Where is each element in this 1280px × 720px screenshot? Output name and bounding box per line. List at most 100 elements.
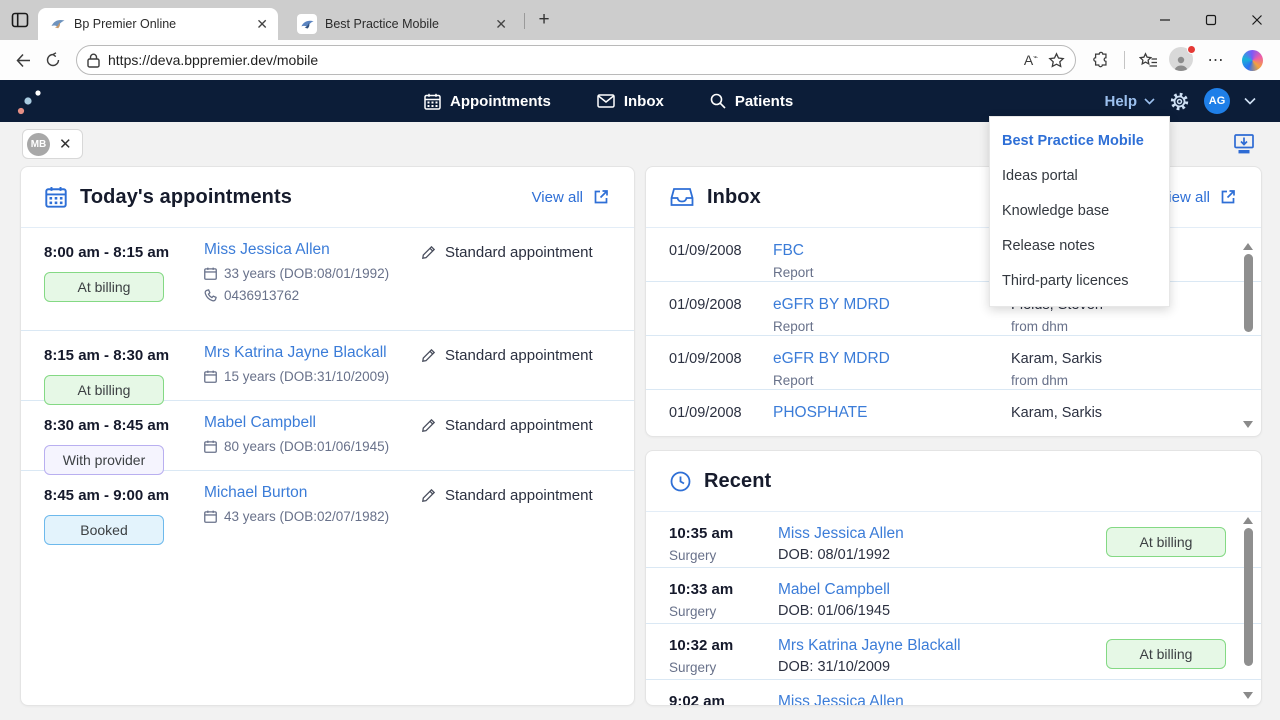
- inbox-row[interactable]: 01/09/2008 PHOSPHATE Karam, Sarkis: [646, 390, 1261, 437]
- patient-name-link[interactable]: Michael Burton: [204, 484, 307, 502]
- clock-icon: [670, 471, 691, 492]
- patient-age-dob: 80 years (DOB:01/06/1945): [204, 439, 421, 454]
- scroll-thumb[interactable]: [1244, 528, 1253, 666]
- back-icon[interactable]: [8, 45, 38, 75]
- patient-name-link[interactable]: Miss Jessica Allen: [778, 693, 904, 706]
- scroll-down-icon[interactable]: [1243, 692, 1253, 699]
- toolbar-divider: [1124, 51, 1125, 69]
- inbox-subject-link[interactable]: FBC: [773, 242, 804, 260]
- recent-row[interactable]: 9:02 am Miss Jessica Allen: [646, 680, 1261, 706]
- inbox-kind: Report: [773, 265, 1011, 280]
- favorite-star-icon[interactable]: [1048, 52, 1065, 69]
- recent-row[interactable]: 10:35 am Surgery Miss Jessica Allen DOB:…: [646, 512, 1261, 568]
- nav-item-patients[interactable]: Patients: [710, 93, 793, 110]
- scroll-up-icon[interactable]: [1243, 243, 1253, 250]
- recent-time: 9:02 am: [669, 693, 725, 706]
- notification-dot: [1187, 45, 1196, 54]
- menu-item-release-notes[interactable]: Release notes: [990, 229, 1169, 264]
- install-app-icon[interactable]: [1233, 133, 1255, 155]
- appointment-type-label: Standard appointment: [445, 244, 593, 261]
- status-badge: With provider: [44, 445, 164, 475]
- patient-name-link[interactable]: Miss Jessica Allen: [204, 241, 330, 259]
- lock-icon[interactable]: [87, 53, 100, 68]
- help-dropdown-menu: Best Practice Mobile Ideas portal Knowle…: [989, 116, 1170, 307]
- user-avatar[interactable]: AG: [1204, 88, 1230, 114]
- view-all-link[interactable]: View all: [532, 188, 610, 206]
- browser-profile-avatar[interactable]: [1169, 47, 1195, 73]
- close-window-button[interactable]: [1234, 0, 1280, 40]
- nav-item-inbox[interactable]: Inbox: [597, 93, 664, 110]
- appointment-row[interactable]: 8:30 am - 8:45 am With provider Mabel Ca…: [21, 401, 634, 471]
- appointment-time: 8:00 am - 8:15 am: [44, 241, 204, 261]
- status-badge: At billing: [1106, 639, 1226, 669]
- inbox-sender-sub: from dhm: [1011, 373, 1215, 388]
- patient-name-link[interactable]: Mrs Katrina Jayne Blackall: [204, 344, 387, 362]
- todays-appointments-panel: Today's appointments View all 8:00 am - …: [20, 166, 635, 706]
- view-all-link[interactable]: View all: [1159, 188, 1237, 206]
- appointment-row[interactable]: 8:00 am - 8:15 am At billing Miss Jessic…: [21, 228, 634, 331]
- calendar-icon: [204, 440, 217, 453]
- pencil-icon: [421, 418, 436, 433]
- extensions-icon[interactable]: [1086, 45, 1116, 75]
- tab-title: Bp Premier Online: [74, 17, 248, 31]
- url-text[interactable]: https://deva.bppremier.dev/mobile: [108, 52, 1024, 68]
- inbox-row[interactable]: 01/09/2008 eGFR BY MDRD Report Karam, Sa…: [646, 336, 1261, 390]
- inbox-subject-link[interactable]: PHOSPHATE: [773, 404, 867, 422]
- patient-name-link[interactable]: Mrs Katrina Jayne Blackall: [778, 637, 961, 655]
- nav-item-appointments[interactable]: Appointments: [424, 93, 551, 110]
- recent-row[interactable]: 10:33 am Surgery Mabel Campbell DOB: 01/…: [646, 568, 1261, 624]
- refresh-icon[interactable]: [38, 45, 68, 75]
- appointment-time: 8:45 am - 9:00 am: [44, 484, 204, 504]
- appointment-row[interactable]: 8:45 am - 9:00 am Booked Michael Burton …: [21, 471, 634, 541]
- tab-title: Best Practice Mobile: [325, 17, 487, 31]
- nav-label: Inbox: [624, 93, 664, 110]
- close-icon[interactable]: ✕: [59, 137, 72, 152]
- phone-icon: [204, 289, 217, 302]
- copilot-icon[interactable]: [1237, 45, 1267, 75]
- help-menu-button[interactable]: Help: [1104, 93, 1155, 110]
- scroll-down-icon[interactable]: [1243, 421, 1253, 428]
- chevron-down-icon[interactable]: [1244, 97, 1256, 105]
- browser-tab-bp-premier[interactable]: Bp Premier Online ✕: [38, 8, 278, 40]
- phone-text: 0436913762: [224, 288, 299, 303]
- patient-name-link[interactable]: Mabel Campbell: [778, 581, 890, 599]
- browser-settings-icon[interactable]: ⋯: [1201, 45, 1231, 75]
- menu-item-third-party-licences[interactable]: Third-party licences: [990, 264, 1169, 299]
- recent-scrollbar[interactable]: [1242, 517, 1254, 699]
- scroll-thumb[interactable]: [1244, 254, 1253, 332]
- recent-location: Surgery: [669, 660, 778, 675]
- inbox-scrollbar[interactable]: [1242, 243, 1254, 428]
- patient-chip-mb[interactable]: MB ✕: [22, 129, 83, 159]
- patient-name-link[interactable]: Miss Jessica Allen: [778, 525, 904, 543]
- maximize-button[interactable]: [1188, 0, 1234, 40]
- tab-close-icon[interactable]: ✕: [495, 17, 507, 31]
- minimize-button[interactable]: [1142, 0, 1188, 40]
- tab-close-icon[interactable]: ✕: [256, 17, 268, 31]
- inbox-subject-link[interactable]: eGFR BY MDRD: [773, 350, 890, 368]
- favorites-bar-icon[interactable]: [1133, 45, 1163, 75]
- scroll-up-icon[interactable]: [1243, 517, 1253, 524]
- menu-item-ideas-portal[interactable]: Ideas portal: [990, 159, 1169, 194]
- recent-row[interactable]: 10:32 am Surgery Mrs Katrina Jayne Black…: [646, 624, 1261, 680]
- read-aloud-icon[interactable]: A⌁: [1024, 52, 1038, 68]
- recent-dob: DOB: 31/10/2009: [778, 659, 1106, 675]
- menu-item-knowledge-base[interactable]: Knowledge base: [990, 194, 1169, 229]
- tab-layout-icon[interactable]: [9, 9, 31, 31]
- calendar-icon: [204, 267, 217, 280]
- patient-name-link[interactable]: Mabel Campbell: [204, 414, 316, 432]
- new-tab-button[interactable]: +: [533, 9, 555, 31]
- address-bar[interactable]: https://deva.bppremier.dev/mobile A⌁: [76, 45, 1076, 75]
- appointment-time: 8:15 am - 8:30 am: [44, 344, 204, 364]
- pencil-icon: [421, 488, 436, 503]
- gear-icon[interactable]: [1169, 91, 1190, 112]
- calendar-icon: [45, 186, 67, 208]
- search-icon: [710, 93, 726, 109]
- age-dob-text: 43 years (DOB:02/07/1982): [224, 509, 389, 524]
- appointment-row[interactable]: 8:15 am - 8:30 am At billing Mrs Katrina…: [21, 331, 634, 401]
- browser-tab-best-practice-mobile[interactable]: Best Practice Mobile ✕: [285, 8, 517, 40]
- menu-item-best-practice-mobile[interactable]: Best Practice Mobile: [990, 124, 1169, 159]
- patient-age-dob: 33 years (DOB:08/01/1992): [204, 266, 421, 281]
- status-badge: At billing: [1106, 527, 1226, 557]
- inbox-subject-link[interactable]: eGFR BY MDRD: [773, 296, 890, 314]
- panel-title: Inbox: [707, 186, 761, 209]
